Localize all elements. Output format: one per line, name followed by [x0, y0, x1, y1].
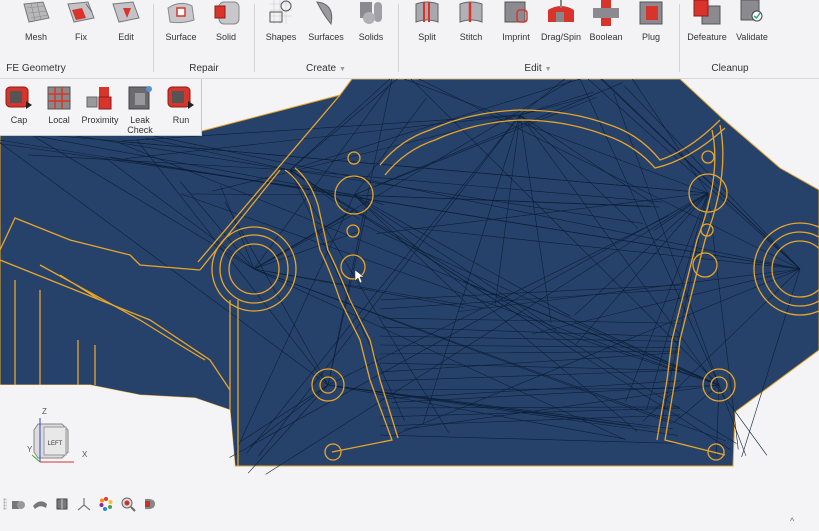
- tool-plug[interactable]: Plug: [628, 0, 674, 42]
- defeature-icon: [693, 0, 721, 25]
- validate-label: Validate: [736, 32, 768, 42]
- tool-defeature[interactable]: Defeature: [684, 0, 730, 42]
- tool-fix[interactable]: Fix: [58, 0, 104, 42]
- z-axis-label: Z: [42, 407, 47, 416]
- tool-leak-check[interactable]: Leak Check: [117, 85, 163, 135]
- proximity-icon: [86, 87, 112, 110]
- tool-solids[interactable]: Solids: [348, 0, 394, 42]
- section-icon[interactable]: [142, 496, 158, 512]
- tool-boolean[interactable]: Boolean: [583, 0, 629, 42]
- color-wheel-icon[interactable]: [98, 496, 114, 512]
- fix-label: Fix: [75, 32, 87, 42]
- surface-repair-icon: [167, 2, 195, 24]
- group-edit[interactable]: Edit ▼: [524, 63, 551, 74]
- tool-mesh[interactable]: Mesh: [13, 0, 59, 42]
- axis-icon[interactable]: [76, 496, 92, 512]
- tool-stitch[interactable]: Stitch: [448, 0, 494, 42]
- toolbar-grip[interactable]: [3, 498, 7, 510]
- group-divider: [153, 4, 154, 72]
- group-repair: Repair: [189, 63, 219, 74]
- group-divider: [398, 4, 399, 72]
- run-label: Run: [172, 115, 190, 125]
- local-icon: [47, 86, 71, 110]
- leak-check-label-2: Check: [127, 125, 153, 135]
- tool-solid[interactable]: Solid: [203, 0, 249, 42]
- solid-label: Solid: [215, 32, 236, 42]
- view-cube-face-label: LEFT: [48, 441, 63, 447]
- imprint-icon: [504, 1, 528, 23]
- surfaces-label: Surfaces: [308, 32, 344, 42]
- tool-surface[interactable]: Surface: [158, 0, 204, 42]
- leak-check-label-1: Leak: [130, 115, 150, 125]
- run-icon: [167, 86, 194, 109]
- surfaces-icon: [316, 1, 333, 26]
- fe-geometry-icon: [0, 0, 11, 26]
- boolean-icon: [593, 0, 619, 26]
- tool-imprint[interactable]: Imprint: [493, 0, 539, 42]
- edit-fe-icon: [112, 1, 140, 23]
- chevron-down-icon: ▼: [339, 66, 346, 73]
- defeature-label: Defeature: [687, 32, 727, 42]
- stitch-label: Stitch: [459, 32, 483, 42]
- tool-surfaces[interactable]: Surfaces: [303, 0, 349, 42]
- tool-validate[interactable]: Validate: [729, 0, 775, 42]
- cap-icon: [5, 86, 32, 109]
- plug-icon: [639, 1, 663, 25]
- shapes-label: Shapes: [265, 32, 297, 42]
- y-axis-label: Y: [27, 445, 33, 454]
- tool-dragspin[interactable]: Drag/Spin: [538, 0, 584, 42]
- scroll-up-icon[interactable]: ^: [790, 516, 794, 526]
- repair-panel: Cap Local Proximity Leak Check Run: [0, 79, 202, 136]
- validate-icon: [740, 0, 763, 22]
- shapes-icon: [269, 0, 292, 24]
- group-divider: [254, 4, 255, 72]
- group-fe-geometry: FE Geometry: [6, 63, 66, 74]
- fix-icon: [67, 1, 95, 23]
- group-divider: [679, 4, 680, 72]
- group-create[interactable]: Create ▼: [306, 63, 346, 74]
- chevron-down-icon: ▼: [544, 66, 552, 73]
- group-cleanup: Cleanup: [711, 63, 749, 74]
- local-label: Local: [48, 115, 70, 125]
- tool-shapes[interactable]: Shapes: [258, 0, 304, 42]
- view-toolbar: [0, 494, 180, 514]
- imprint-label: Imprint: [502, 32, 530, 42]
- dragspin-label: Drag/Spin: [540, 32, 582, 42]
- plug-label: Plug: [641, 32, 660, 42]
- split-label: Split: [418, 32, 436, 42]
- solids-label: Solids: [358, 32, 384, 42]
- tool-split[interactable]: Split: [404, 0, 450, 42]
- leak-check-icon: [128, 86, 152, 110]
- ribbon-toolbar: Mesh Fix Edit FE Geometry Surface Solid …: [0, 0, 819, 79]
- tool-local[interactable]: Local: [36, 85, 82, 125]
- graphics-viewport[interactable]: LEFT Z X Y: [0, 58, 819, 526]
- solids-icon: [360, 2, 382, 24]
- shaded-icon[interactable]: [32, 496, 48, 512]
- stitch-icon: [459, 1, 483, 23]
- tool-run[interactable]: Run: [158, 85, 204, 125]
- cube-icon[interactable]: [54, 496, 70, 512]
- view-icon[interactable]: [10, 496, 26, 512]
- surface-label: Surface: [165, 32, 197, 42]
- model-canvas[interactable]: LEFT Z X Y: [0, 58, 819, 526]
- tool-edit-fe[interactable]: Edit: [103, 0, 149, 42]
- solid-repair-icon: [214, 1, 240, 25]
- drag-spin-icon: [548, 0, 574, 22]
- boolean-label: Boolean: [589, 32, 623, 42]
- split-icon: [415, 1, 439, 23]
- mesh-label: Mesh: [24, 32, 47, 42]
- zoom-icon[interactable]: [120, 496, 136, 512]
- edit-fe-label: Edit: [118, 32, 134, 42]
- x-axis-label: X: [82, 450, 88, 459]
- mesh-icon: [23, 1, 50, 23]
